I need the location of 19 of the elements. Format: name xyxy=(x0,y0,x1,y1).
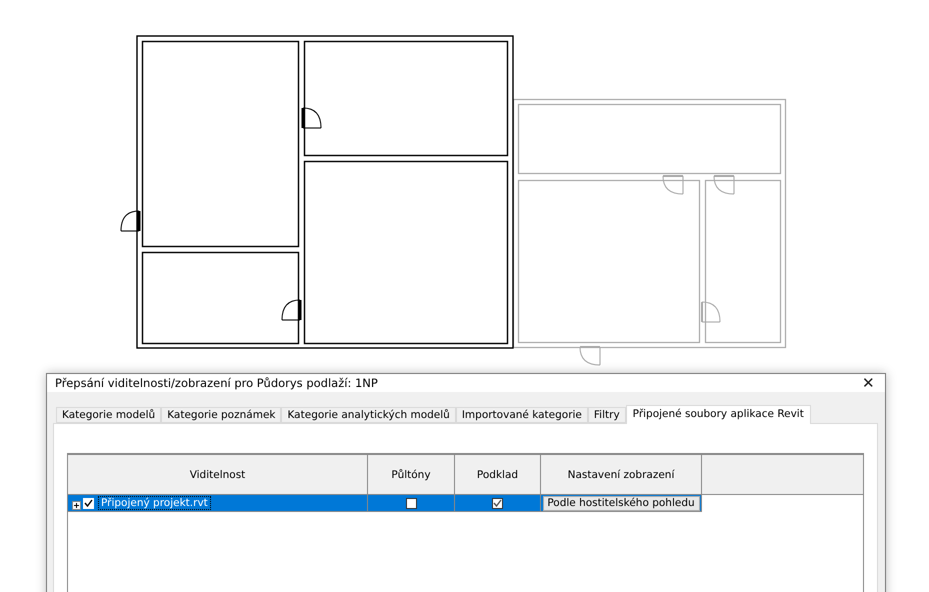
tab[interactable]: Kategorie poznámek xyxy=(161,407,282,423)
tab[interactable]: Importované kategorie xyxy=(456,407,588,423)
halftone-checkbox[interactable] xyxy=(406,498,416,508)
column-header[interactable]: Nastavení zobrazení xyxy=(541,455,702,494)
tab[interactable]: Filtry xyxy=(588,407,626,423)
display-settings-button[interactable]: Podle hostitelského pohledu xyxy=(542,496,700,510)
column-header[interactable]: Podklad xyxy=(455,455,541,494)
close-button[interactable]: ✕ xyxy=(858,374,879,392)
column-header[interactable]: Viditelnost xyxy=(68,455,368,494)
dialog-title: Přepsání viditelnosti/zobrazení pro Půdorys podlaží: 1NP xyxy=(55,376,378,390)
row-label: Připojený projekt.rvt xyxy=(98,496,211,510)
tab[interactable]: Kategorie analytických modelů xyxy=(281,407,456,423)
expand-toggle[interactable] xyxy=(72,500,81,510)
column-header[interactable]: Půltóny xyxy=(368,455,455,494)
tab[interactable]: Připojené soubory aplikace Revit xyxy=(626,405,811,424)
tab[interactable]: Kategorie modelů xyxy=(56,407,162,423)
visibility-checkbox[interactable] xyxy=(83,498,94,508)
underlay-checkbox[interactable] xyxy=(492,498,503,508)
table-cell[interactable]: Připojený projekt.rvt xyxy=(68,495,368,512)
